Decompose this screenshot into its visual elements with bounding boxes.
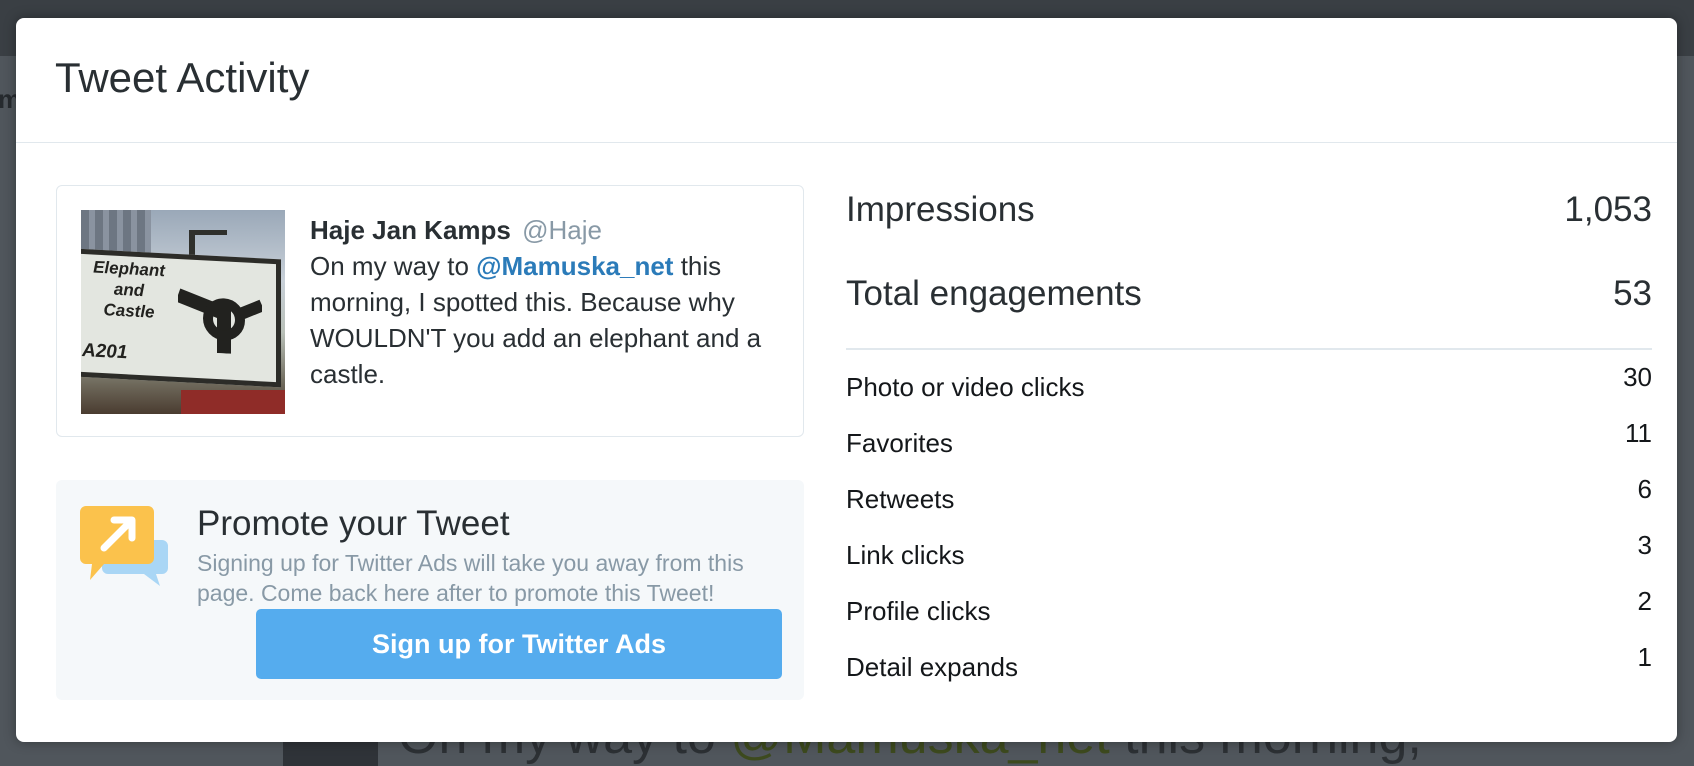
stat-row-link-clicks: Link clicks 3 [846, 518, 1652, 574]
modal-header: Tweet Activity [16, 18, 1677, 143]
stat-value: 30 [1623, 362, 1652, 392]
stat-total-engagements-label: Total engagements [846, 274, 1142, 313]
stat-row-retweets: Retweets 6 [846, 462, 1652, 518]
stat-row-profile-clicks: Profile clicks 2 [846, 574, 1652, 630]
photo-lamp-arm [189, 230, 227, 235]
stat-label: Link clicks [846, 540, 965, 570]
tweet-card[interactable]: Elephant and Castle A201 Haje Jan Kamps … [56, 185, 804, 437]
tweet-text-start: On my way to [310, 251, 477, 281]
stat-row-detail-expands: Detail expands 1 [846, 630, 1652, 686]
photo-sign-arrow-icon [178, 288, 262, 354]
stat-total-engagements-value: 53 [1613, 274, 1652, 313]
stat-value: 2 [1637, 586, 1652, 616]
stat-label: Detail expands [846, 652, 1018, 682]
modal-title: Tweet Activity [55, 54, 310, 101]
promote-title: Promote your Tweet [197, 504, 510, 543]
stat-row-photo-clicks: Photo or video clicks 30 [846, 350, 1652, 406]
tweet-author-name[interactable]: Haje Jan Kamps [310, 215, 511, 245]
stat-value: 11 [1625, 418, 1652, 448]
stat-row-favorites: Favorites 11 [846, 406, 1652, 462]
sign-up-twitter-ads-button[interactable]: Sign up for Twitter Ads [256, 609, 782, 679]
photo-sign-text: Elephant and Castle [93, 257, 165, 322]
photo-road-sign: Elephant and Castle A201 [81, 248, 281, 388]
stat-label: Profile clicks [846, 596, 991, 626]
stat-impressions-label: Impressions [846, 190, 1035, 229]
tweet-author: Haje Jan Kamps @Haje [310, 212, 780, 248]
tweet-text: On my way to @Mamuska_net this morning, … [310, 248, 780, 392]
promote-description: Signing up for Twitter Ads will take you… [197, 550, 744, 606]
tweet-body: Haje Jan Kamps @Haje On my way to @Mamus… [310, 212, 780, 392]
stat-total-engagements: Total engagements 53 [846, 262, 1652, 346]
stat-value: 3 [1637, 530, 1652, 560]
stat-label: Photo or video clicks [846, 372, 1085, 402]
promote-tweet-icon [80, 506, 168, 586]
stat-value: 6 [1637, 474, 1652, 504]
stat-label: Retweets [846, 484, 955, 514]
tweet-mention-link[interactable]: @Mamuska_net [476, 251, 673, 281]
photo-sign-road: A201 [82, 339, 128, 364]
promote-tweet-box: Promote your Tweet Signing up for Twitte… [56, 480, 804, 700]
stat-label: Favorites [846, 428, 953, 458]
stat-value: 1 [1637, 642, 1652, 672]
stat-impressions: Impressions 1,053 [846, 178, 1652, 262]
stats-panel: Impressions 1,053 Total engagements 53 P… [846, 178, 1652, 686]
tweet-photo[interactable]: Elephant and Castle A201 [81, 210, 285, 414]
tweet-activity-modal: Tweet Activity Elephant and Castle A201 [16, 18, 1677, 742]
tweet-author-handle[interactable]: @Haje [522, 215, 602, 245]
photo-bus [181, 390, 285, 414]
stat-impressions-value: 1,053 [1564, 190, 1652, 229]
